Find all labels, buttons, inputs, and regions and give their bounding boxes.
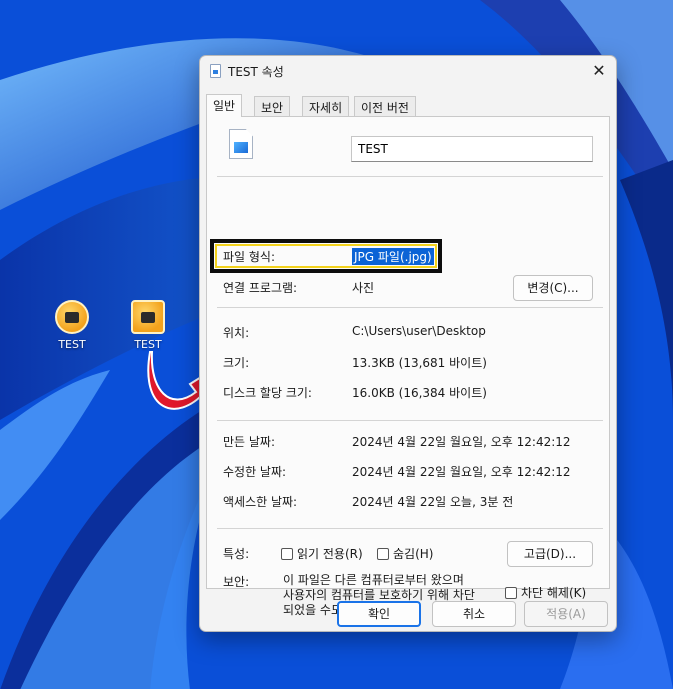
location-label: 위치: <box>223 326 250 340</box>
tab-security[interactable]: 보안 <box>254 96 291 116</box>
created-value: 2024년 4월 22일 월요일, 오후 12:42:12 <box>352 435 571 449</box>
ok-button[interactable]: 확인 <box>337 601 421 627</box>
accessed-label: 액세스한 날짜: <box>223 495 298 509</box>
tab-details[interactable]: 자세히 <box>302 96 350 116</box>
modified-label: 수정한 날짜: <box>223 465 287 479</box>
readonly-checkbox[interactable]: 읽기 전용(R) <box>281 545 363 562</box>
cancel-button[interactable]: 취소 <box>432 601 516 627</box>
file-type-value: JPG 파일(.jpg) <box>352 248 434 265</box>
apply-button[interactable]: 적용(A) <box>524 601 608 627</box>
divider <box>217 307 603 308</box>
file-name-input[interactable] <box>351 136 593 162</box>
image-file-icon <box>229 129 253 159</box>
file-type-label: 파일 형식: <box>223 250 276 264</box>
divider <box>217 176 603 177</box>
modified-value: 2024년 4월 22일 월요일, 오후 12:42:12 <box>352 465 571 479</box>
close-button[interactable]: ✕ <box>586 58 612 84</box>
properties-dialog: TEST 속성 ✕ 일반 보안 자세히 이전 버전 파일 형식: JPG 파일(… <box>199 55 617 632</box>
hidden-checkbox[interactable]: 숨김(H) <box>377 545 433 562</box>
dialog-footer: 확인 취소 적용(A) <box>200 594 616 632</box>
change-button[interactable]: 변경(C)... <box>513 275 593 301</box>
image-file-icon <box>210 64 221 78</box>
tab-previous-versions[interactable]: 이전 버전 <box>354 96 416 116</box>
tab-general[interactable]: 일반 <box>206 94 243 117</box>
attributes-label: 특성: <box>223 547 250 561</box>
opens-with-label: 연결 프로그램: <box>223 281 298 295</box>
dialog-title: TEST 속성 <box>228 65 284 79</box>
created-label: 만든 날짜: <box>223 435 276 449</box>
advanced-button[interactable]: 고급(D)... <box>507 541 593 567</box>
checkbox-icon <box>281 548 293 560</box>
general-panel: 파일 형식: JPG 파일(.jpg) 연결 프로그램: 사진 변경(C)...… <box>206 116 610 617</box>
divider <box>217 528 603 529</box>
size-label: 크기: <box>223 356 250 370</box>
size-on-disk-value: 16.0KB (16,384 바이트) <box>352 386 487 400</box>
checkbox-icon <box>377 548 389 560</box>
size-on-disk-label: 디스크 할당 크기: <box>223 386 312 400</box>
security-line: 이 파일은 다른 컴퓨터로부터 왔으며 <box>283 573 464 587</box>
title-bar[interactable]: TEST 속성 ✕ <box>200 56 616 86</box>
readonly-label: 읽기 전용(R) <box>297 547 363 561</box>
hidden-label: 숨김(H) <box>393 547 434 561</box>
size-value: 13.3KB (13,681 바이트) <box>352 356 487 370</box>
location-value: C:\Users\user\Desktop <box>352 324 486 338</box>
divider <box>217 420 603 421</box>
accessed-value: 2024년 4월 22일 오늘, 3분 전 <box>352 495 514 509</box>
security-label: 보안: <box>223 575 250 589</box>
opens-with-value: 사진 <box>352 281 375 295</box>
